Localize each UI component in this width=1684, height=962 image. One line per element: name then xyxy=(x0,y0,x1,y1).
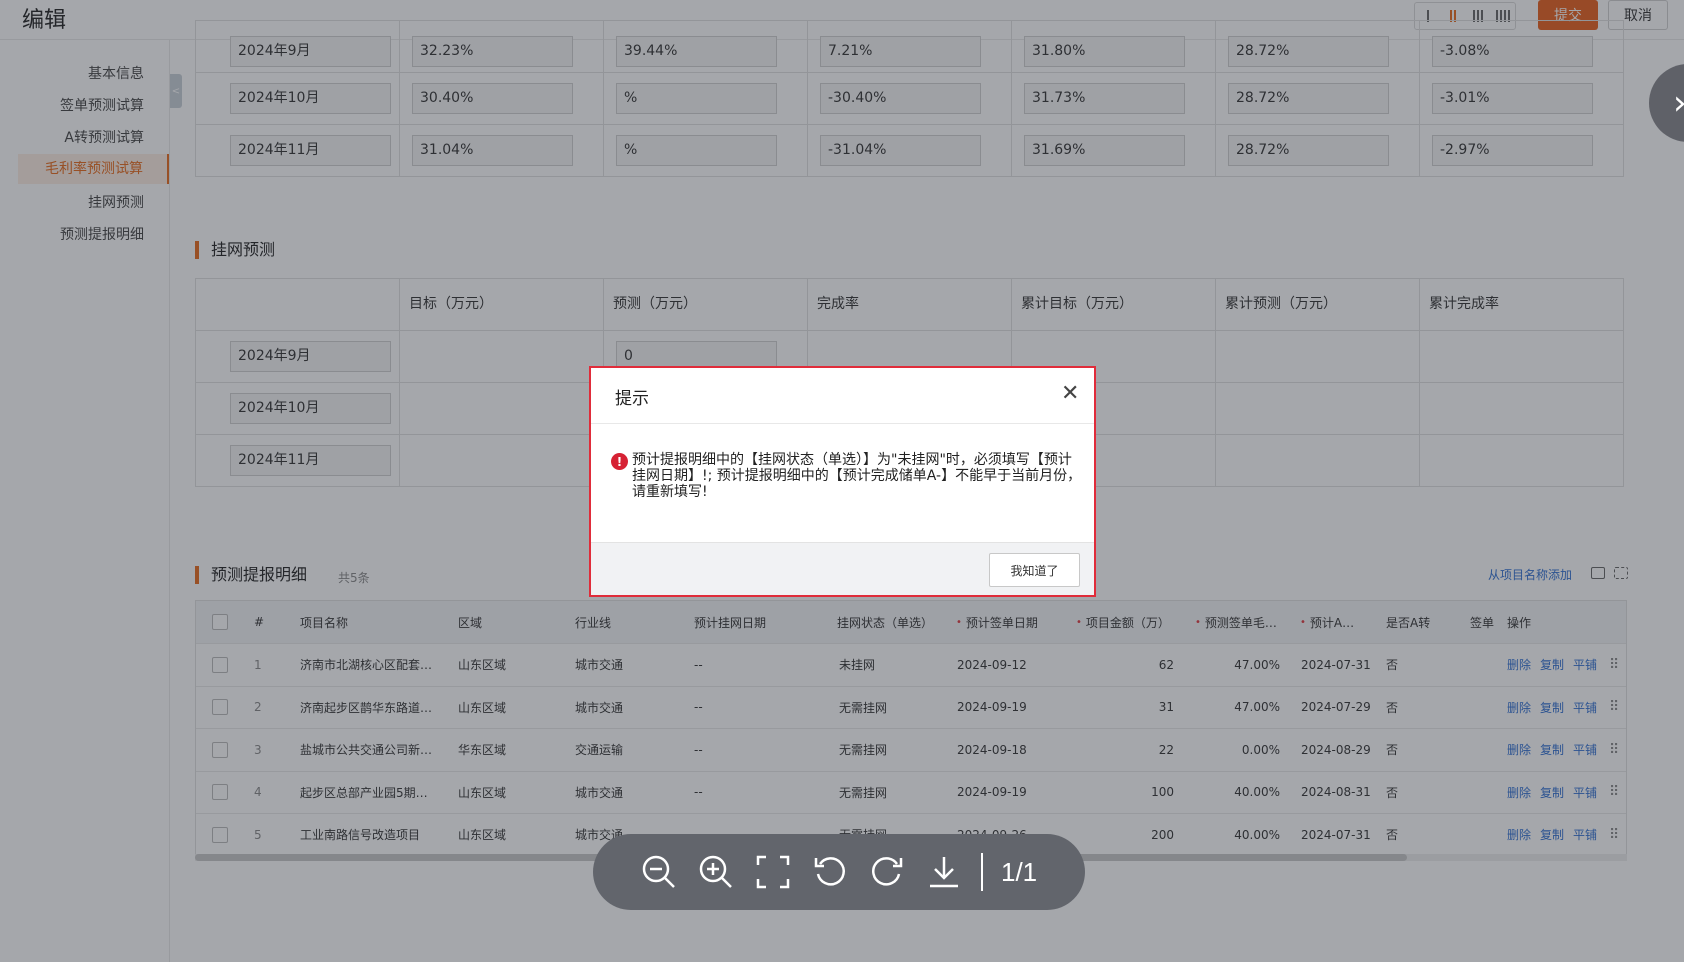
close-icon[interactable]: ✕ xyxy=(1061,383,1079,405)
zoom-in-icon[interactable] xyxy=(698,854,734,890)
dialog-title: 提示 xyxy=(615,389,649,409)
dialog-header: 提示 ✕ xyxy=(591,368,1094,424)
toolbar-divider xyxy=(981,853,983,891)
rotate-left-icon[interactable] xyxy=(812,854,848,890)
alert-dialog: 提示 ✕ ! 预计提报明细中的【挂网状态（单选）】为"未挂网"时，必须填写【预计… xyxy=(589,366,1096,597)
fit-screen-icon[interactable] xyxy=(755,854,791,890)
zoom-out-icon[interactable] xyxy=(641,854,677,890)
dialog-body: ! 预计提报明细中的【挂网状态（单选）】为"未挂网"时，必须填写【预计挂网日期】… xyxy=(591,424,1094,542)
error-icon: ! xyxy=(611,453,628,470)
image-viewer-toolbar: 1/1 xyxy=(593,834,1085,910)
acknowledge-button[interactable]: 我知道了 xyxy=(989,553,1080,587)
dialog-message: 预计提报明细中的【挂网状态（单选）】为"未挂网"时，必须填写【预计挂网日期】!;… xyxy=(632,452,1082,500)
rotate-right-icon[interactable] xyxy=(869,854,905,890)
dialog-footer: 我知道了 xyxy=(591,542,1094,595)
download-icon[interactable] xyxy=(926,854,962,890)
page-indicator: 1/1 xyxy=(1001,856,1038,887)
